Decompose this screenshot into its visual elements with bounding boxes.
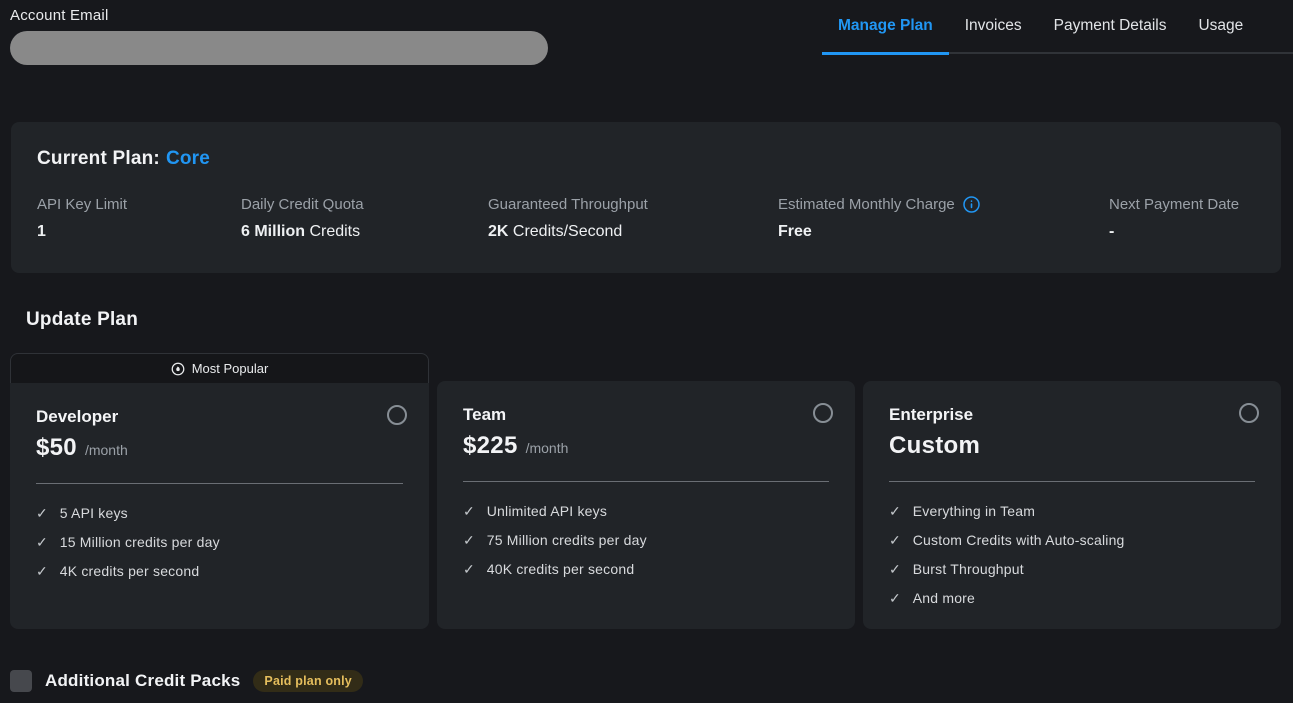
plan-price: Custom (889, 432, 980, 460)
account-email-field[interactable] (10, 31, 548, 65)
plan-feature: ✓ Custom Credits with Auto-scaling (889, 530, 1255, 549)
plan-card-developer-body[interactable]: Developer $50 /month ✓ 5 API keys ✓ 15 M… (10, 383, 429, 629)
account-email-group: Account Email (10, 7, 548, 65)
plan-radio-developer[interactable] (387, 405, 407, 425)
check-icon: ✓ (889, 504, 901, 518)
check-icon: ✓ (463, 562, 475, 576)
plan-price-row: $50 /month (36, 434, 403, 462)
plan-price: $225 (463, 432, 518, 460)
plans-row: Most Popular Developer $50 /month ✓ 5 AP… (10, 353, 1282, 629)
additional-credit-packs-label: Additional Credit Packs (45, 671, 240, 691)
plan-price: $50 (36, 434, 77, 462)
plan-card-enterprise[interactable]: Enterprise Custom ✓ Everything in Team ✓… (863, 381, 1281, 629)
additional-credit-packs-checkbox[interactable] (10, 670, 32, 692)
stat-label: API Key Limit (37, 196, 241, 213)
check-icon: ✓ (889, 591, 901, 605)
stat-guaranteed-throughput: Guaranteed Throughput 2K Credits/Second (488, 196, 778, 241)
plan-card-team[interactable]: Team $225 /month ✓ Unlimited API keys ✓ … (437, 381, 855, 629)
current-plan-name: Core (166, 148, 210, 169)
info-icon[interactable] (963, 196, 980, 213)
plan-name: Enterprise (889, 405, 1255, 425)
stat-label: Guaranteed Throughput (488, 196, 778, 213)
most-popular-banner: Most Popular (10, 353, 429, 383)
current-plan-title-prefix: Current Plan: (37, 148, 160, 169)
plan-feature: ✓ Everything in Team (889, 501, 1255, 520)
stat-value: 2K Credits/Second (488, 223, 778, 241)
fire-icon (171, 362, 185, 376)
additional-credit-packs-row: Additional Credit Packs Paid plan only (10, 668, 363, 694)
plan-radio-enterprise[interactable] (1239, 403, 1259, 423)
plan-name: Developer (36, 407, 403, 427)
plan-feature: ✓ 40K credits per second (463, 559, 829, 578)
plan-radio-team[interactable] (813, 403, 833, 423)
most-popular-label: Most Popular (192, 361, 269, 376)
stat-label: Daily Credit Quota (241, 196, 488, 213)
paid-plan-only-badge: Paid plan only (253, 670, 363, 692)
plan-name: Team (463, 405, 829, 425)
account-email-label: Account Email (10, 7, 108, 24)
stat-value: 6 Million Credits (241, 223, 488, 241)
stat-next-payment-date: Next Payment Date - (1109, 196, 1239, 241)
plan-feature: ✓ 15 Million credits per day (36, 532, 403, 551)
check-icon: ✓ (36, 506, 48, 520)
current-plan-card: Current Plan: Core API Key Limit 1 Daily … (11, 122, 1281, 273)
stat-label: Next Payment Date (1109, 196, 1239, 213)
stat-label: Estimated Monthly Charge (778, 196, 1109, 213)
plan-feature: ✓ Unlimited API keys (463, 501, 829, 520)
check-icon: ✓ (889, 562, 901, 576)
stat-api-key-limit: API Key Limit 1 (37, 196, 241, 241)
plan-price-row: $225 /month (463, 432, 829, 460)
check-icon: ✓ (463, 533, 475, 547)
stat-daily-credit-quota: Daily Credit Quota 6 Million Credits (241, 196, 488, 241)
tab-manage-plan[interactable]: Manage Plan (822, 0, 949, 55)
tab-invoices[interactable]: Invoices (949, 0, 1038, 55)
tab-payment-details[interactable]: Payment Details (1038, 0, 1183, 55)
check-icon: ✓ (36, 535, 48, 549)
divider (889, 481, 1255, 482)
plan-card-developer: Most Popular Developer $50 /month ✓ 5 AP… (10, 353, 429, 629)
stat-value: 1 (37, 223, 241, 241)
current-plan-title: Current Plan: Core (37, 148, 1255, 170)
check-icon: ✓ (889, 533, 901, 547)
divider (36, 483, 403, 484)
check-icon: ✓ (463, 504, 475, 518)
plan-feature: ✓ And more (889, 588, 1255, 607)
plan-feature: ✓ 5 API keys (36, 503, 403, 522)
plan-feature: ✓ 4K credits per second (36, 561, 403, 580)
update-plan-heading: Update Plan (26, 309, 138, 331)
stat-estimated-monthly-charge: Estimated Monthly Charge Free (778, 196, 1109, 241)
billing-tab-bar: Manage Plan Invoices Payment Details Usa… (822, 0, 1293, 54)
plan-period: /month (526, 440, 569, 456)
plan-price-row: Custom (889, 432, 1255, 460)
check-icon: ✓ (36, 564, 48, 578)
tab-usage[interactable]: Usage (1182, 0, 1259, 55)
plan-feature: ✓ 75 Million credits per day (463, 530, 829, 549)
divider (463, 481, 829, 482)
plan-period: /month (85, 442, 128, 458)
stat-value: - (1109, 223, 1239, 241)
current-plan-stats: API Key Limit 1 Daily Credit Quota 6 Mil… (37, 196, 1255, 241)
plan-feature: ✓ Burst Throughput (889, 559, 1255, 578)
stat-value: Free (778, 223, 1109, 241)
